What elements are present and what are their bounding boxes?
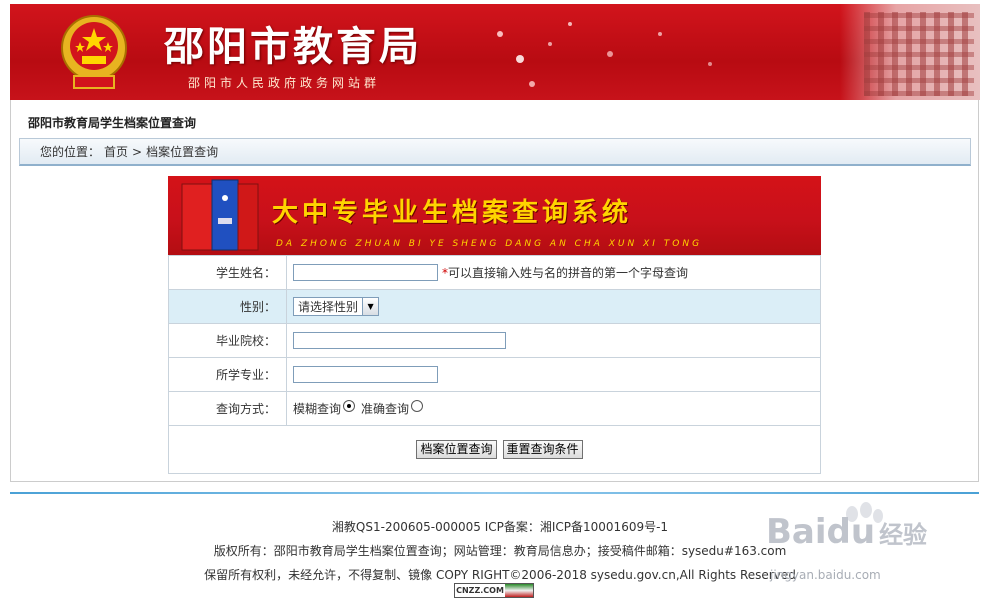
query-form: 学生姓名： *可以直接输入姓与名的拼音的第一个字母查询 性别： 请选择性别 ▼ …	[168, 255, 821, 474]
name-hint: *可以直接输入姓与名的拼音的第一个字母查询	[442, 266, 689, 280]
breadcrumb: 您的位置： 首页 > 档案位置查询	[19, 138, 971, 166]
gender-selected-value: 请选择性别	[298, 300, 359, 314]
archive-folders-icon	[181, 179, 259, 251]
cnzz-badge-text: CNZZ.COM	[455, 584, 505, 597]
system-banner: 大中专毕业生档案查询系统 DA ZHONG ZHUAN BI YE SHENG …	[168, 176, 821, 255]
site-header: 邵阳市教育局 邵阳市人民政府政务网站群	[10, 4, 980, 100]
form-row-name: 学生姓名： *可以直接输入姓与名的拼音的第一个字母查询	[169, 256, 820, 290]
search-archive-button[interactable]: 档案位置查询	[416, 440, 497, 459]
form-row-actions: 档案位置查询 重置查询条件	[169, 426, 820, 473]
site-title: 邵阳市教育局	[164, 23, 422, 70]
gender-label: 性别：	[169, 290, 287, 323]
reset-button[interactable]: 重置查询条件	[502, 440, 583, 459]
major-label: 所学专业：	[169, 358, 287, 391]
breadcrumb-current: 档案位置查询	[146, 145, 219, 159]
cnzz-stat-badge[interactable]: CNZZ.COM	[454, 583, 534, 598]
header-sparkles	[497, 22, 712, 87]
school-input[interactable]	[293, 332, 506, 349]
header-building-image	[840, 4, 980, 100]
baidu-watermark-url: jingyan.baidu.com	[770, 568, 881, 582]
form-row-mode: 查询方式： 模糊查询 准确查询	[169, 392, 820, 426]
footer-divider	[10, 492, 979, 494]
breadcrumb-home-link[interactable]: 首页	[104, 145, 128, 159]
gender-select[interactable]: 请选择性别 ▼	[293, 297, 380, 316]
mode-label: 查询方式：	[169, 392, 287, 425]
major-input[interactable]	[293, 366, 438, 383]
form-row-gender: 性别： 请选择性别 ▼	[169, 290, 820, 324]
exact-query-radio[interactable]	[411, 399, 424, 412]
name-label: 学生姓名：	[169, 256, 287, 289]
cnzz-badge-graphic	[505, 584, 533, 597]
banner-title: 大中专毕业生档案查询系统	[272, 198, 633, 228]
breadcrumb-prefix: 您的位置：	[40, 145, 101, 159]
banner-pinyin: DA ZHONG ZHUAN BI YE SHENG DANG AN CHA X…	[276, 239, 703, 249]
form-row-school: 毕业院校：	[169, 324, 820, 358]
school-label: 毕业院校：	[169, 324, 287, 357]
breadcrumb-separator: >	[132, 145, 143, 159]
page-title: 邵阳市教育局学生档案位置查询	[28, 116, 197, 130]
site-subtitle: 邵阳市人民政府政务网站群	[188, 76, 381, 90]
form-row-major: 所学专业：	[169, 358, 820, 392]
fuzzy-query-label: 模糊查询	[293, 402, 342, 416]
baidu-watermark: Baidu 经验	[766, 512, 928, 552]
fuzzy-query-radio[interactable]	[343, 399, 356, 412]
student-name-input[interactable]	[293, 264, 438, 281]
national-emblem-icon	[61, 15, 127, 89]
dropdown-arrow-icon[interactable]: ▼	[362, 298, 379, 315]
exact-query-label: 准确查询	[361, 402, 410, 416]
